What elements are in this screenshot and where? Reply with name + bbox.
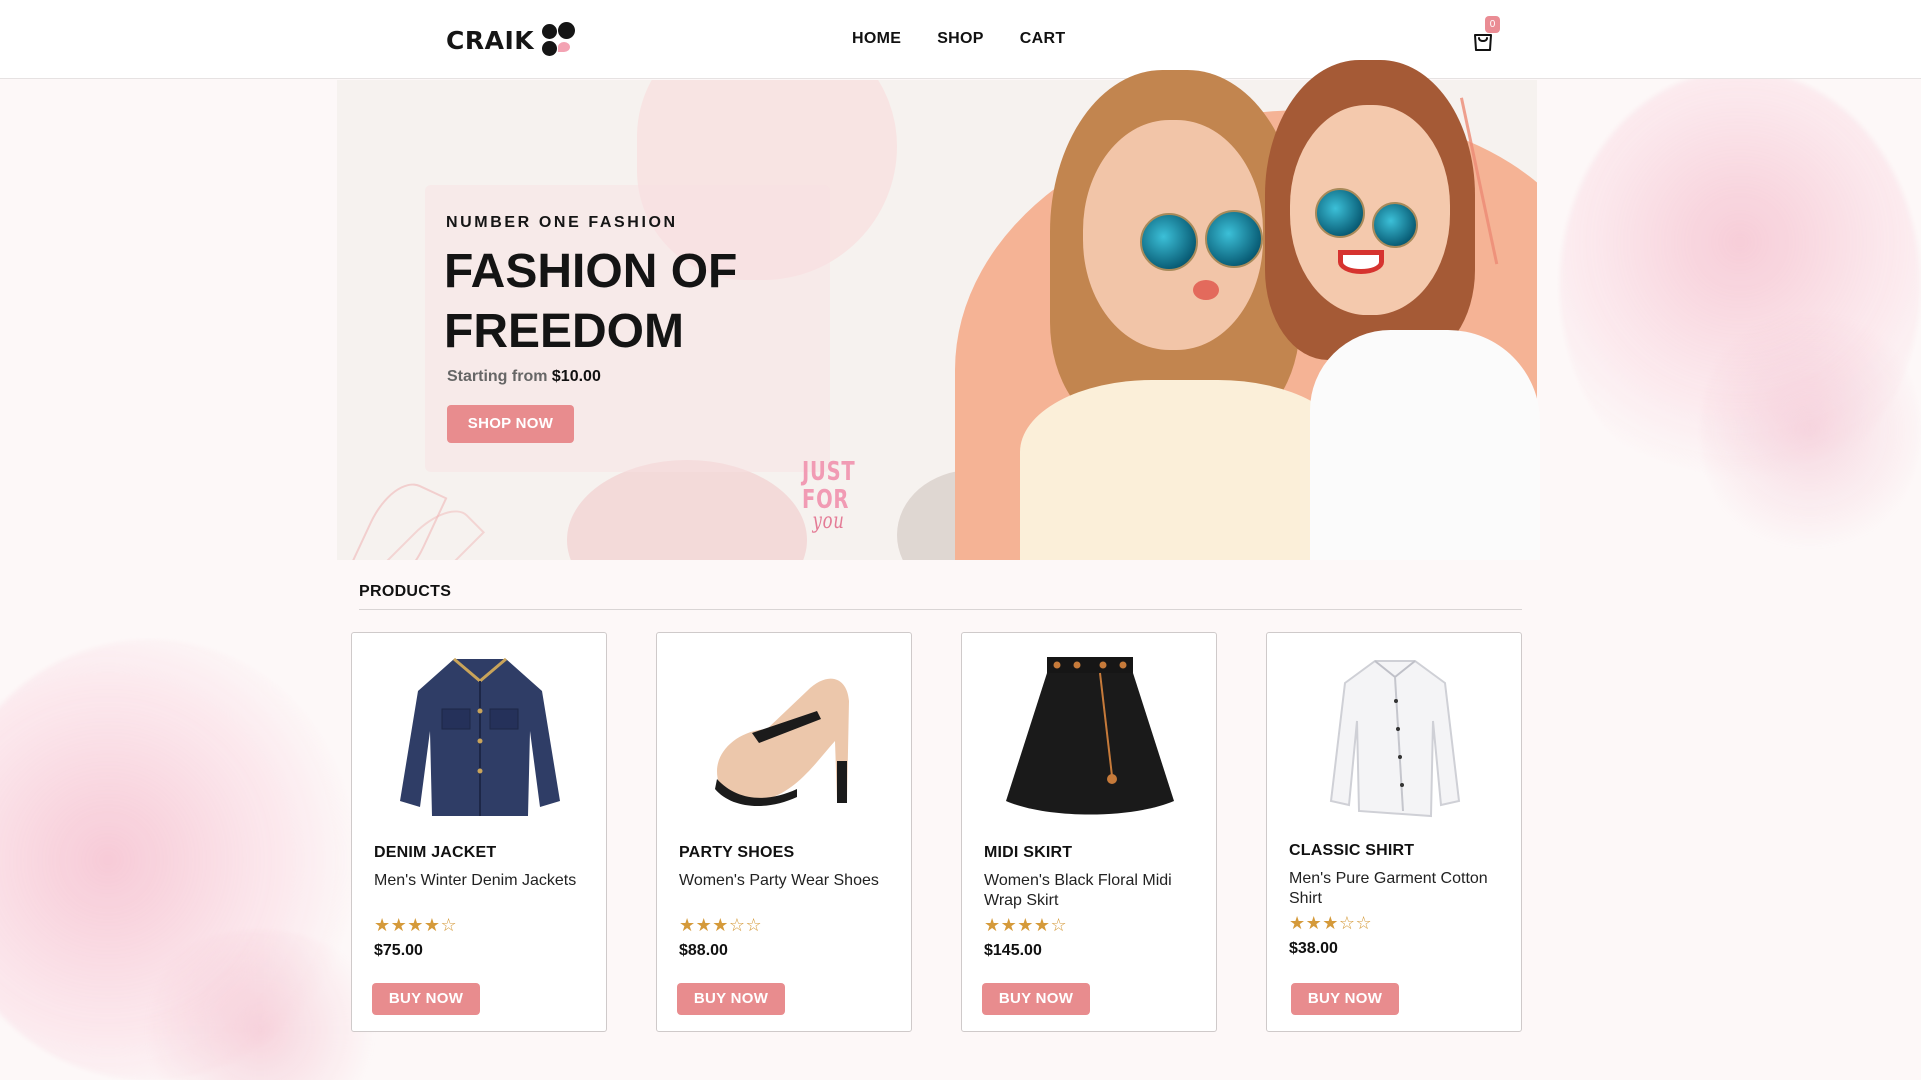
shop-now-button[interactable]: SHOP NOW <box>447 405 574 443</box>
product-name: DENIM JACKET <box>374 844 497 861</box>
product-card[interactable]: MIDI SKIRT Women's Black Floral Midi Wra… <box>961 632 1217 1032</box>
buy-now-button[interactable]: BUY NOW <box>677 983 785 1015</box>
cart-count-badge: 0 <box>1485 16 1500 33</box>
blossom-decoration <box>1700 300 1920 560</box>
product-price: $145.00 <box>984 942 1042 959</box>
nav-shop-link[interactable]: SHOP <box>937 30 984 48</box>
site-header: CRAIK HOME SHOP CART 0 <box>0 0 1921 79</box>
product-card[interactable]: DENIM JACKET Men's Winter Denim Jackets … <box>351 632 607 1032</box>
white-shirt-image <box>1329 660 1461 818</box>
product-description: Women's Party Wear Shoes <box>679 872 879 889</box>
rating-stars-icon: ★★★★☆ <box>984 915 1068 936</box>
product-name: MIDI SKIRT <box>984 844 1073 861</box>
buy-now-button[interactable]: BUY NOW <box>1291 983 1399 1015</box>
main-nav: HOME SHOP CART <box>852 30 1065 48</box>
product-price: $38.00 <box>1289 940 1338 957</box>
model-face <box>1290 105 1450 315</box>
hero-kicker: NUMBER ONE FASHION <box>446 214 678 231</box>
sunglasses-lens <box>1315 188 1365 238</box>
black-skirt-image <box>1006 657 1174 815</box>
sunglasses-lens <box>1140 213 1198 271</box>
rating-stars-icon: ★★★★☆ <box>374 915 458 936</box>
model-top <box>1310 330 1540 560</box>
just-for-you-badge: JUST FOR you <box>802 458 855 536</box>
product-description: Women's Black Floral Midi Wrap Skirt <box>984 872 1172 909</box>
nav-cart-link[interactable]: CART <box>1020 30 1066 48</box>
blossom-decoration <box>1560 70 1920 500</box>
heel-shoe-image <box>715 678 849 807</box>
product-name: CLASSIC SHIRT <box>1289 842 1415 859</box>
products-heading: PRODUCTS <box>359 583 452 600</box>
brand-name: CRAIK <box>446 25 535 55</box>
sunglasses-lens <box>1372 202 1418 248</box>
sunglasses-lens <box>1205 210 1263 268</box>
product-description: Men's Pure Garment Cotton Shirt <box>1289 870 1488 907</box>
hero-price-text: Starting from $10.00 <box>447 368 601 386</box>
brand-logo[interactable]: CRAIK <box>446 22 578 58</box>
product-price: $88.00 <box>679 942 728 959</box>
logo-dots-icon <box>542 22 578 58</box>
rating-stars-icon: ★★★☆☆ <box>679 915 763 936</box>
model-top <box>1020 380 1350 560</box>
blossom-decoration <box>0 640 360 1080</box>
cart-button[interactable]: 0 <box>1471 16 1500 54</box>
hero-blob-decoration <box>567 460 807 560</box>
product-card[interactable]: CLASSIC SHIRT Men's Pure Garment Cotton … <box>1266 632 1522 1032</box>
nav-home-link[interactable]: HOME <box>852 30 901 48</box>
buy-now-button[interactable]: BUY NOW <box>982 983 1090 1015</box>
hero-price-prefix: Starting from <box>447 368 548 385</box>
rating-stars-icon: ★★★☆☆ <box>1289 913 1373 934</box>
model-smile <box>1338 250 1384 274</box>
badge-line: JUST <box>802 457 856 487</box>
product-card[interactable]: PARTY SHOES Women's Party Wear Shoes ★★★… <box>656 632 912 1032</box>
product-price: $75.00 <box>374 942 423 959</box>
product-name: PARTY SHOES <box>679 844 795 861</box>
hero-title: FASHION OF FREEDOM <box>444 245 738 358</box>
model-lips <box>1193 280 1219 300</box>
section-divider <box>359 609 1522 610</box>
hero-price-value: $10.00 <box>551 368 601 385</box>
product-description: Men's Winter Denim Jackets <box>374 872 577 889</box>
buy-now-button[interactable]: BUY NOW <box>372 983 480 1015</box>
denim-jacket-image <box>400 657 560 816</box>
